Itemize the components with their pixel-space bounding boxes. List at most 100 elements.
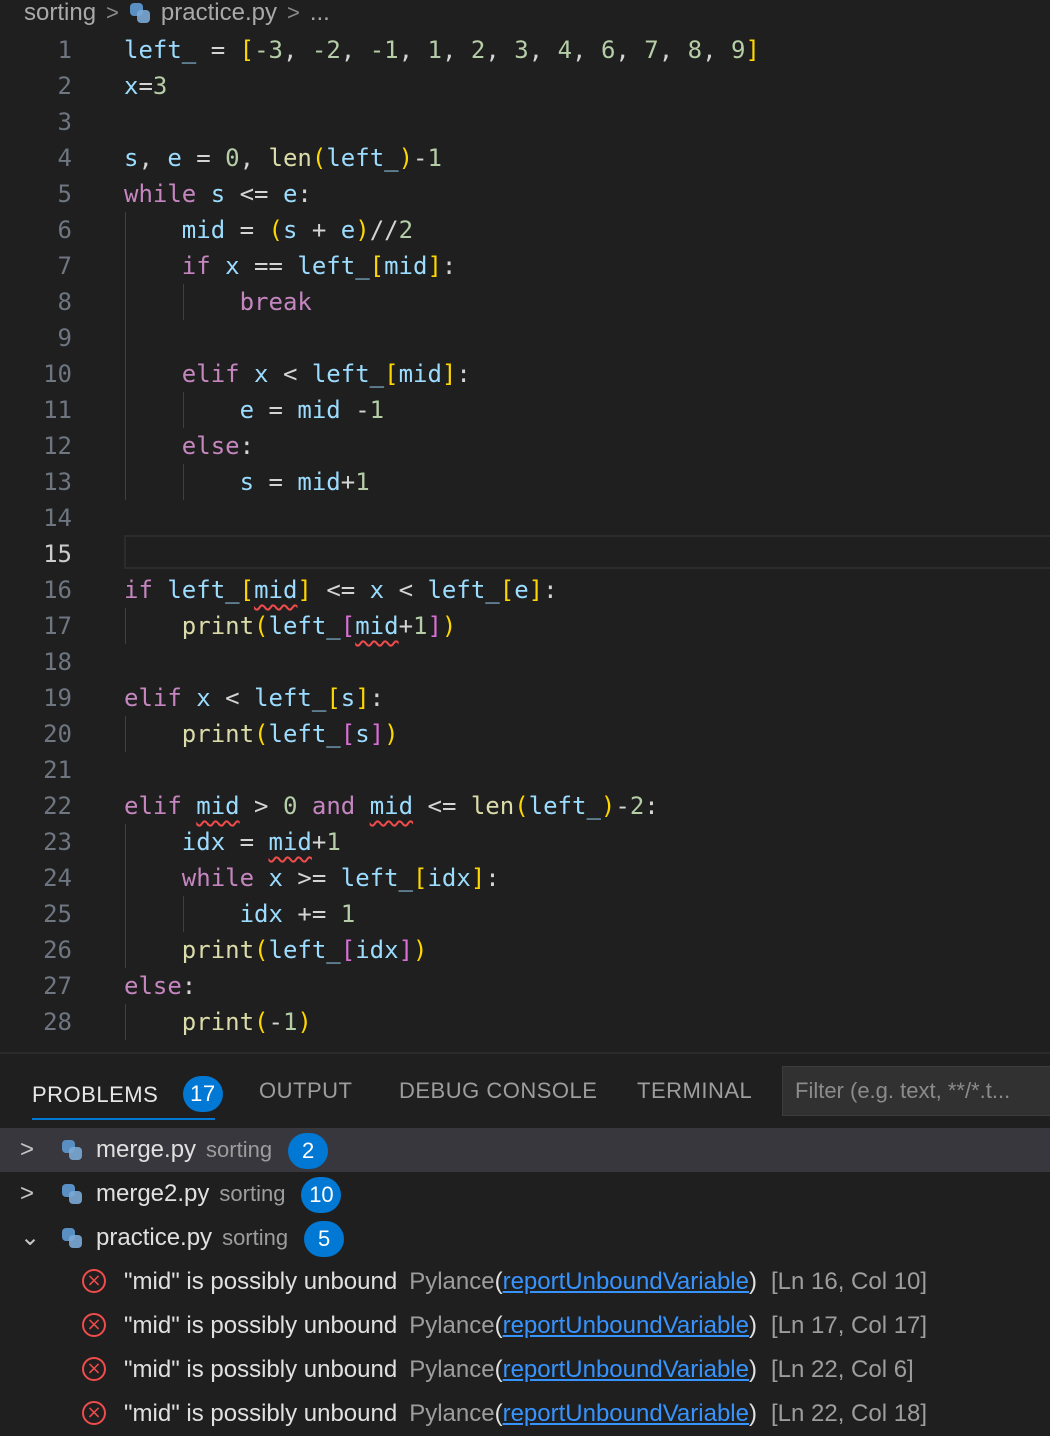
error-icon: ×	[82, 1269, 106, 1293]
code-line[interactable]: 6 mid = (s + e)//2	[0, 212, 1050, 248]
chevron-right-icon[interactable]: >	[20, 1128, 40, 1172]
code-line[interactable]: 24 while x >= left_[idx]:	[0, 860, 1050, 896]
panel-tabs: PROBLEMS 17 OUTPUT DEBUG CONSOLE TERMINA…	[0, 1054, 1050, 1128]
code-token: 1	[413, 612, 428, 640]
code-line[interactable]: 1 left_ = [-3, -2, -1, 1, 2, 3, 4, 6, 7, …	[0, 32, 1050, 68]
problem-item[interactable]: × "mid" is possibly unbound Pylance(repor…	[0, 1260, 1050, 1304]
problems-count-badge: 17	[182, 1076, 223, 1112]
problems-filter-input[interactable]: Filter (e.g. text, **/*.t...	[782, 1066, 1050, 1116]
tab-terminal[interactable]: TERMINAL	[637, 1078, 752, 1104]
code-token: ,	[528, 36, 558, 64]
problem-group-merge2[interactable]: > merge2.py sorting 10	[0, 1172, 1050, 1216]
code-line[interactable]: 7 if x == left_[mid]:	[0, 248, 1050, 284]
code-token: //	[369, 216, 399, 244]
code-token: (	[514, 792, 529, 820]
code-line[interactable]: 27 else:	[0, 968, 1050, 1004]
chevron-down-icon[interactable]: ⌄	[20, 1216, 40, 1260]
code-line[interactable]: 22 elif mid > 0 and mid <= len(left_)-2:	[0, 788, 1050, 824]
breadcrumb-folder[interactable]: sorting	[24, 0, 96, 27]
code-token: mid	[196, 792, 240, 820]
code-token: e	[514, 576, 529, 604]
line-number: 2	[57, 72, 72, 100]
code-text: if x == left_[mid]:	[124, 248, 457, 284]
problem-file-folder: sorting	[219, 1181, 286, 1206]
breadcrumb-more[interactable]: ...	[310, 0, 330, 27]
code-text: e = mid -1	[124, 392, 385, 428]
code-token: -	[340, 396, 370, 424]
code-token: ]	[427, 612, 442, 640]
code-line[interactable]: 17 print(left_[mid+1])	[0, 608, 1050, 644]
chevron-right-icon[interactable]: >	[20, 1172, 40, 1216]
problem-file-folder: sorting	[206, 1137, 273, 1162]
breadcrumb-file[interactable]: practice.py	[161, 0, 277, 27]
code-line[interactable]: 18	[0, 644, 1050, 680]
code-line[interactable]: 3	[0, 104, 1050, 140]
code-token: left_	[297, 252, 370, 280]
code-line[interactable]: 8 break	[0, 284, 1050, 320]
error-icon: ×	[82, 1401, 106, 1425]
problem-message: "mid" is possibly unbound	[124, 1400, 398, 1427]
code-line[interactable]: 13 s = mid+1	[0, 464, 1050, 500]
code-token: :	[543, 576, 558, 604]
code-text: idx = mid+1	[124, 824, 341, 860]
code-token: -	[413, 144, 428, 172]
tab-output[interactable]: OUTPUT	[259, 1078, 352, 1104]
python-file-icon	[61, 1227, 83, 1249]
code-token: mid	[297, 396, 341, 424]
code-token: left_	[340, 864, 413, 892]
code-text: elif x < left_[s]:	[124, 680, 384, 716]
code-token: <	[210, 684, 255, 712]
code-line[interactable]: 20 print(left_[s])	[0, 716, 1050, 752]
code-line[interactable]: 28 print(-1)	[0, 1004, 1050, 1040]
breadcrumb: sorting > practice.py > ...	[0, 0, 1050, 26]
python-file-icon	[61, 1183, 83, 1205]
problem-item[interactable]: × "mid" is possibly unbound Pylance(repor…	[0, 1348, 1050, 1392]
tab-problems[interactable]: PROBLEMS 17	[32, 1076, 223, 1114]
code-text: print(-1)	[124, 1004, 312, 1040]
python-file-icon	[129, 2, 151, 24]
code-text: print(left_[mid+1])	[124, 608, 457, 644]
code-line[interactable]: 9	[0, 320, 1050, 356]
code-line[interactable]: 21	[0, 752, 1050, 788]
problem-source: Pylance	[409, 1268, 495, 1295]
problem-code-link[interactable]: reportUnboundVariable	[503, 1400, 749, 1427]
code-line[interactable]: 19 elif x < left_[s]:	[0, 680, 1050, 716]
code-line[interactable]: 25 idx += 1	[0, 896, 1050, 932]
code-line[interactable]: 14	[0, 500, 1050, 536]
code-token: left_	[427, 576, 500, 604]
code-line[interactable]: 10 elif x < left_[mid]:	[0, 356, 1050, 392]
tab-debug-console[interactable]: DEBUG CONSOLE	[399, 1078, 597, 1104]
code-line[interactable]: 16 if left_[mid] <= x < left_[e]:	[0, 572, 1050, 608]
code-token: x	[268, 864, 283, 892]
problem-code-link[interactable]: reportUnboundVariable	[503, 1268, 749, 1295]
problem-group-merge[interactable]: > merge.py sorting 2	[0, 1128, 1050, 1172]
code-line[interactable]: 23 idx = mid+1	[0, 824, 1050, 860]
code-line[interactable]: 26 print(left_[idx])	[0, 932, 1050, 968]
problem-code-link[interactable]: reportUnboundVariable	[503, 1312, 749, 1339]
code-token: 1	[340, 900, 356, 928]
problem-code-link[interactable]: reportUnboundVariable	[503, 1356, 749, 1383]
code-token: ,	[398, 36, 428, 64]
code-line[interactable]: 5 while s <= e:	[0, 176, 1050, 212]
code-line[interactable]: 2 x=3	[0, 68, 1050, 104]
line-number: 5	[57, 180, 72, 208]
code-line[interactable]: 15	[0, 535, 1050, 572]
code-token: left_	[311, 360, 385, 388]
code-token: [	[369, 252, 385, 280]
problem-item[interactable]: × "mid" is possibly unbound Pylance(repor…	[0, 1304, 1050, 1348]
code-line[interactable]: 11 e = mid -1	[0, 392, 1050, 428]
line-number: 6	[57, 216, 72, 244]
code-editor[interactable]: 1 left_ = [-3, -2, -1, 1, 2, 3, 4, 6, 7, …	[0, 32, 1050, 1052]
line-number: 15	[43, 540, 72, 568]
code-line[interactable]: 4 s, e = 0, len(left_)-1	[0, 140, 1050, 176]
problem-item[interactable]: × "mid" is possibly unbound Pylance(repor…	[0, 1392, 1050, 1436]
code-line[interactable]: 12 else:	[0, 428, 1050, 464]
code-token: mid	[398, 360, 442, 388]
line-number: 4	[57, 144, 72, 172]
problem-group-practice[interactable]: ⌄ practice.py sorting 5	[0, 1216, 1050, 1260]
